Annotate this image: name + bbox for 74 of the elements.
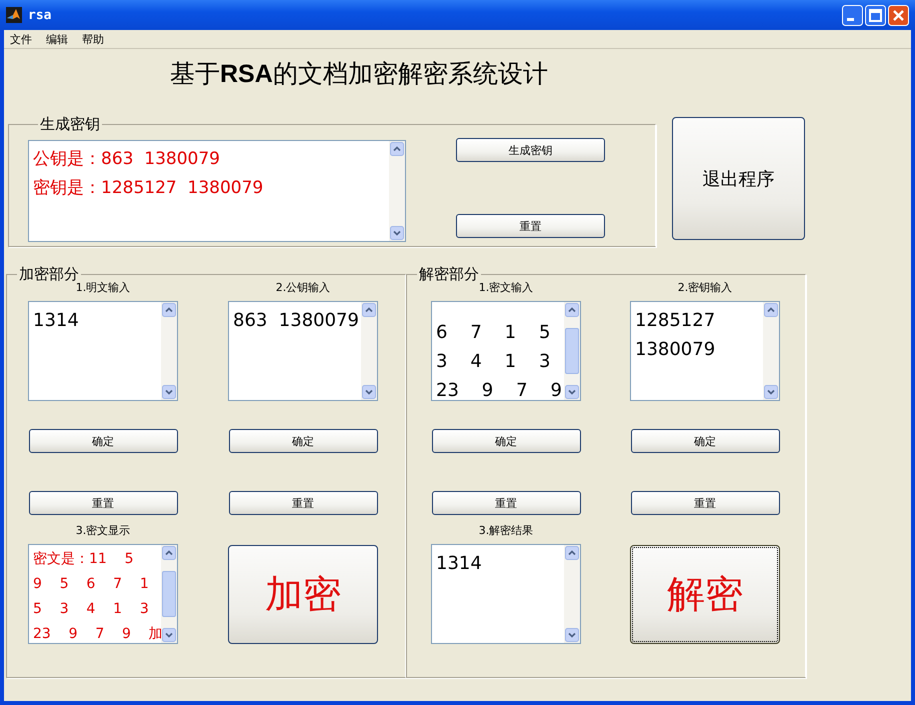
text-line: 密文是：11 5 (33, 550, 135, 569)
scroll-up-icon[interactable] (565, 303, 579, 317)
panel-legend: 解密部分 (417, 265, 481, 284)
page-heading: 基于RSA的文档加密解密系统设计 (170, 58, 549, 90)
window-title: rsa (28, 8, 52, 22)
panel-legend: 加密部分 (17, 265, 81, 284)
confirm-button[interactable]: 确定 (630, 429, 780, 453)
panel-legend: 生成密钥 (38, 115, 102, 134)
reset-button[interactable]: 重置 (630, 491, 780, 515)
text-line: 1285127 (635, 309, 716, 333)
text-line: 23 9 7 9 (436, 379, 560, 400)
scrollbar[interactable] (564, 302, 580, 400)
text-area[interactable]: 863 1380079 (228, 301, 378, 401)
scrollbar[interactable] (763, 302, 779, 400)
field-label: 2.公钥输入 (276, 280, 330, 295)
text-line: 863 1380079 (233, 309, 357, 333)
text-area[interactable]: 公钥是：863 1380079 密钥是：1285127 1380079 (28, 140, 406, 242)
generate-key-button[interactable]: 生成密钥 (456, 138, 605, 162)
scroll-thumb[interactable] (162, 570, 176, 618)
field-label: 3.密文显示 (76, 523, 130, 538)
confirm-button[interactable]: 确定 (28, 429, 178, 453)
scroll-down-icon[interactable] (162, 385, 176, 399)
reset-button[interactable]: 重置 (228, 491, 378, 515)
maximize-button[interactable] (865, 4, 886, 26)
scroll-down-icon[interactable] (565, 385, 579, 399)
scroll-up-icon[interactable] (565, 546, 579, 560)
scrollbar[interactable] (564, 545, 580, 643)
action-button[interactable]: 解密 (630, 545, 780, 644)
text-line: 公钥是：863 1380079 (33, 148, 221, 171)
close-button[interactable] (888, 4, 909, 26)
scroll-down-icon[interactable] (390, 226, 404, 240)
scrollbar[interactable] (161, 302, 177, 400)
scroll-down-icon[interactable] (162, 628, 176, 642)
text-area[interactable]: 密文是：11 5 9 5 6 7 1 5 3 4 1 3 23 9 7 9 加 (28, 544, 178, 644)
field-label: 3.解密结果 (478, 523, 534, 538)
scroll-down-icon[interactable] (362, 385, 376, 399)
text-line: 1380079 (635, 338, 716, 362)
scroll-down-icon[interactable] (565, 628, 579, 642)
minimize-button[interactable] (842, 4, 863, 26)
text-line: 密钥是：1285127 1380079 (33, 177, 264, 200)
text-area[interactable]: 1314 (28, 301, 178, 401)
scrollbar[interactable] (389, 141, 405, 241)
scroll-up-icon[interactable] (162, 546, 176, 560)
exit-button[interactable]: 退出程序 (672, 117, 805, 240)
confirm-button[interactable]: 确定 (432, 429, 580, 453)
scrollbar[interactable] (361, 302, 377, 400)
text-line: 1314 (436, 552, 483, 576)
scrollbar[interactable] (161, 545, 177, 643)
menu-item[interactable]: 编辑 (46, 32, 68, 46)
field-label: 1.明文输入 (76, 281, 130, 295)
text-area[interactable]: 1285127 1380079 (630, 301, 780, 401)
app-icon (6, 7, 22, 23)
menu-item[interactable]: 帮助 (82, 32, 104, 46)
action-button[interactable]: 加密 (228, 545, 378, 644)
text-area[interactable]: 6 7 1 5 3 4 1 3 23 9 7 9 (431, 301, 581, 401)
text-line: 5 3 4 1 3 (33, 600, 150, 619)
scroll-up-icon[interactable] (362, 303, 376, 317)
scroll-up-icon[interactable] (162, 303, 176, 317)
field-label: 2.密钥输入 (678, 280, 732, 295)
confirm-button[interactable]: 确定 (228, 429, 378, 453)
reset-button[interactable]: 重置 (456, 214, 605, 238)
text-line: 9 5 6 7 1 (33, 575, 150, 594)
scroll-thumb[interactable] (565, 328, 579, 374)
scroll-down-icon[interactable] (764, 385, 778, 399)
scroll-up-icon[interactable] (764, 303, 778, 317)
text-line: 6 7 1 5 (436, 321, 552, 345)
text-area[interactable]: 1314 (431, 544, 581, 644)
text-line: 3 4 1 3 (436, 350, 552, 374)
reset-button[interactable]: 重置 (432, 491, 580, 515)
menu-item[interactable]: 文件 (10, 32, 32, 46)
text-line: 1314 (33, 309, 80, 333)
field-label: 1.密文输入 (478, 281, 534, 295)
reset-button[interactable]: 重置 (28, 491, 178, 515)
scroll-up-icon[interactable] (390, 142, 404, 156)
